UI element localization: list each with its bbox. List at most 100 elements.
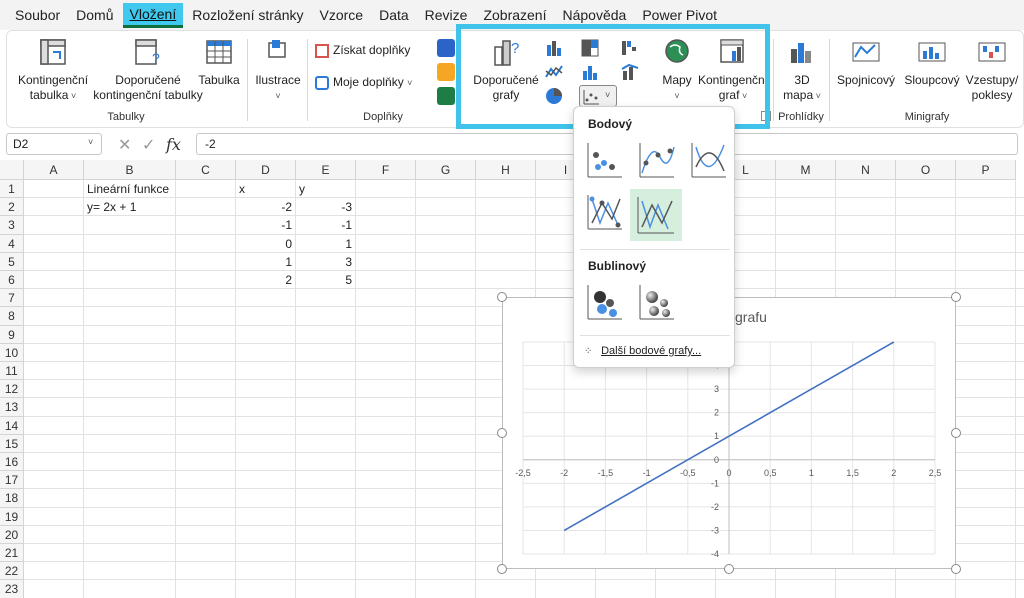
3d-map-button[interactable]: 3D mapa ˅ [779,37,825,104]
menu-tab[interactable]: Vzorce [313,4,371,26]
sparkline-winloss-label: Vzestupy/ poklesy [965,73,1019,102]
cell-e3[interactable]: -1 [296,216,352,234]
row-header[interactable]: 18 [0,489,24,508]
column-header[interactable]: N [836,160,896,180]
menu-tab[interactable]: Vložení [122,2,184,28]
sparkline-column-button[interactable]: Sloupcový [901,37,963,88]
row-header[interactable]: 12 [0,380,24,399]
menu-tab[interactable]: Soubor [8,4,67,26]
cell-b1[interactable]: Lineární funkce [87,180,169,198]
menu-tab[interactable]: Revize [418,4,475,26]
cell-e2[interactable]: -3 [296,198,352,216]
scatter-markers-option[interactable] [582,137,628,183]
resize-handle[interactable] [951,564,961,574]
bing-maps-icon[interactable] [437,63,455,81]
cell-d3[interactable]: -1 [236,216,292,234]
row-header[interactable]: 6 [0,271,24,290]
bubble-3d-option[interactable] [634,279,680,325]
row-header[interactable]: 4 [0,234,24,253]
resize-handle[interactable] [951,292,961,302]
column-header[interactable]: A [24,160,84,180]
column-header[interactable]: O [896,160,956,180]
more-scatter-charts-link[interactable]: ⁘ Další bodové grafy... [584,345,729,363]
row-header[interactable]: 15 [0,434,24,453]
get-addins-button[interactable]: Získat doplňky [315,43,425,58]
gridline [175,180,176,598]
cell-e1[interactable]: y [299,180,305,198]
row-header[interactable]: 3 [0,216,24,235]
pivot-table-button[interactable]: Kontingenční tabulka ˅ [13,37,93,104]
sparkline-winloss-button[interactable]: Vzestupy/ poklesy [963,37,1021,103]
row-header[interactable]: 1 [0,180,24,199]
row-header[interactable]: 10 [0,343,24,362]
cell-b2[interactable]: y= 2x + 1 [87,198,136,216]
column-header[interactable]: E [296,160,356,180]
menu-tab[interactable]: Data [372,4,416,26]
menu-tab[interactable]: Domů [69,4,120,26]
row-header[interactable]: 9 [0,325,24,344]
visio-icon[interactable] [437,39,455,57]
resize-handle[interactable] [497,292,507,302]
confirm-icon[interactable]: ✓ [142,135,155,155]
row-header[interactable]: 20 [0,525,24,544]
pivot-table-icon [40,39,66,65]
row-header[interactable]: 8 [0,307,24,326]
column-header[interactable]: M [776,160,836,180]
my-addins-button[interactable]: Moje doplňky ˅ [315,75,445,91]
cancel-icon[interactable]: ✕ [118,135,131,155]
people-graph-icon[interactable] [437,87,455,105]
menu-tab[interactable]: Nápověda [556,4,634,26]
row-header[interactable]: 23 [0,580,24,598]
column-header[interactable]: P [956,160,1016,180]
illustrations-button[interactable]: Ilustrace ˅ [253,37,303,104]
cell-d4[interactable]: 0 [236,235,292,253]
column-header[interactable]: H [476,160,536,180]
column-header[interactable]: B [84,160,176,180]
scatter-smooth-option[interactable] [686,137,732,183]
scatter-smooth-markers-option[interactable] [634,137,680,183]
resize-handle[interactable] [497,564,507,574]
menu-tab[interactable]: Power Pivot [635,4,724,26]
resize-handle[interactable] [951,428,961,438]
cell-e4[interactable]: 1 [296,235,352,253]
cell-e6[interactable]: 5 [296,271,352,289]
scatter-lines-option[interactable] [630,189,682,241]
column-header[interactable]: C [176,160,236,180]
column-header[interactable]: D [236,160,296,180]
column-header[interactable]: G [416,160,476,180]
cell-e5[interactable]: 3 [296,253,352,271]
row-header[interactable]: 7 [0,289,24,308]
row-header[interactable]: 19 [0,507,24,526]
scatter-lines-markers-option[interactable] [582,189,628,235]
sparkline-line-button[interactable]: Spojnicový [835,37,897,88]
table-label: Tabulka [198,73,240,87]
row-header[interactable]: 2 [0,198,24,217]
x-tick-label: 1 [809,468,814,478]
bubble-option[interactable] [582,279,628,325]
row-header[interactable]: 13 [0,398,24,417]
menu-tab[interactable]: Zobrazení [476,4,553,26]
row-header[interactable]: 16 [0,453,24,472]
row-header[interactable]: 22 [0,562,24,581]
row-header[interactable]: 14 [0,416,24,435]
group-tours: 3D mapa ˅ Prohlídky [775,31,827,127]
gridline [1015,180,1016,598]
row-header[interactable]: 5 [0,252,24,271]
select-all-corner[interactable] [0,160,24,180]
fx-icon[interactable]: fx [166,135,181,154]
row-header[interactable]: 11 [0,362,24,381]
resize-handle[interactable] [497,428,507,438]
table-icon [206,40,232,64]
row-header[interactable]: 21 [0,544,24,563]
cell-d5[interactable]: 1 [236,253,292,271]
table-button[interactable]: Tabulka [197,37,241,88]
recommended-pivot-button[interactable]: ? Doporučené kontingenční tabulky [93,37,203,103]
row-header[interactable]: 17 [0,471,24,490]
cell-d1[interactable]: x [239,180,245,198]
resize-handle[interactable] [724,564,734,574]
cell-d2[interactable]: -2 [236,198,292,216]
ribbon-separator [829,39,830,121]
column-header[interactable]: F [356,160,416,180]
cell-d6[interactable]: 2 [236,271,292,289]
menu-tab[interactable]: Rozložení stránky [185,4,310,26]
